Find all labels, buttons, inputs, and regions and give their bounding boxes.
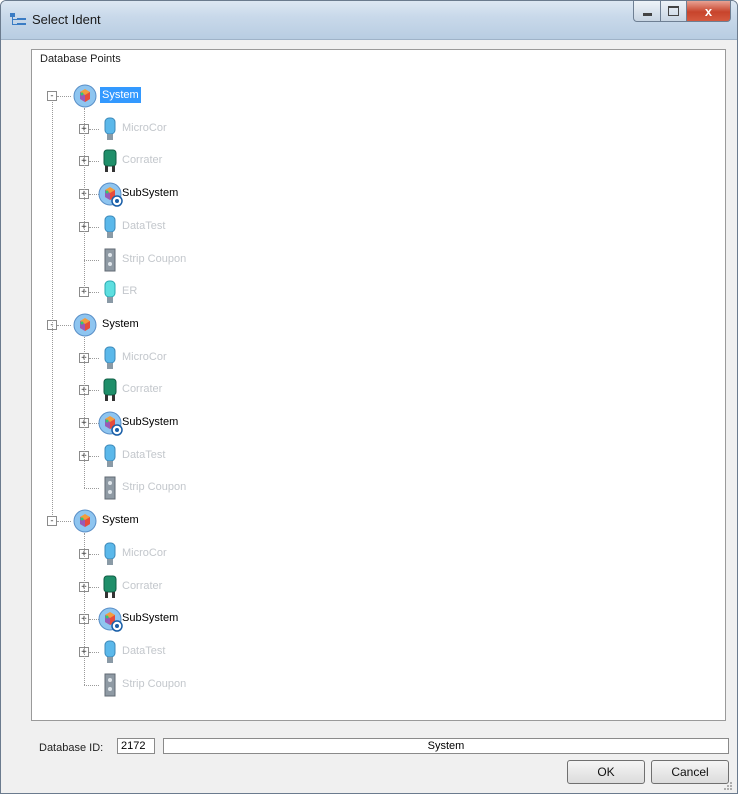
tree-connector (84, 533, 85, 685)
system-icon (73, 509, 97, 533)
system-icon (73, 313, 97, 337)
close-button[interactable]: x (687, 1, 731, 22)
collapse-icon[interactable]: - (47, 516, 57, 527)
tree-connector (52, 102, 53, 516)
tree-node-label: SubSystem (122, 187, 179, 200)
maximize-icon (668, 6, 679, 16)
tree-node-label: Strip Coupon (122, 677, 187, 690)
tree-connector (57, 324, 71, 326)
ok-button[interactable]: OK (567, 760, 645, 784)
window-title: Select Ident (32, 12, 101, 27)
tree-connector (84, 336, 85, 489)
database-id-field[interactable]: 2172 (117, 738, 155, 754)
tree-node-label: ER (122, 285, 138, 298)
tree-node-label: System (100, 87, 141, 103)
selected-name-field[interactable]: System (163, 738, 729, 754)
tree-node-label: MicroCor (122, 546, 167, 559)
maximize-button[interactable] (661, 1, 687, 22)
minimize-button[interactable] (633, 1, 661, 22)
resize-grip-icon[interactable] (723, 781, 733, 791)
tree-node-label: Corrater (122, 154, 163, 167)
database-id-label: Database ID: (39, 742, 104, 754)
tree-node-label: MicroCor (122, 121, 167, 134)
tree-node-label: DataTest (122, 644, 166, 657)
tree-node-label: MicroCor (122, 350, 167, 363)
tree-node-label: System (102, 317, 139, 330)
tree-connector (57, 96, 71, 97)
tree-connector (57, 521, 71, 523)
system-icon (73, 84, 97, 108)
cancel-button[interactable]: Cancel (651, 760, 729, 784)
tree-node-label: Strip Coupon (122, 252, 187, 265)
tree-node-label: SubSystem (122, 612, 179, 625)
tree-node-label: Strip Coupon (122, 481, 187, 494)
tree-node-label: Corrater (122, 579, 163, 592)
minimize-icon (642, 12, 652, 16)
tree-app-icon (10, 13, 26, 25)
tree-node-label: Corrater (122, 383, 163, 396)
tree-connector (84, 108, 85, 293)
window-controls: x (633, 1, 731, 22)
title-bar[interactable]: Select Ident x (1, 1, 737, 40)
database-tree[interactable]: - System + MicroCor + Corrater + SubSystem + Data… (32, 50, 725, 720)
database-points-panel: Database Points - System + MicroCor + Corrate… (31, 49, 726, 721)
select-ident-dialog: Select Ident x Database Points - System + M… (0, 0, 738, 794)
tree-node-label: DataTest (122, 219, 166, 232)
tree-node-label: System (102, 514, 139, 527)
close-icon: x (704, 3, 713, 19)
tree-node-label: DataTest (122, 448, 166, 461)
collapse-icon[interactable]: - (47, 91, 57, 101)
tree-node-label: SubSystem (122, 416, 179, 428)
